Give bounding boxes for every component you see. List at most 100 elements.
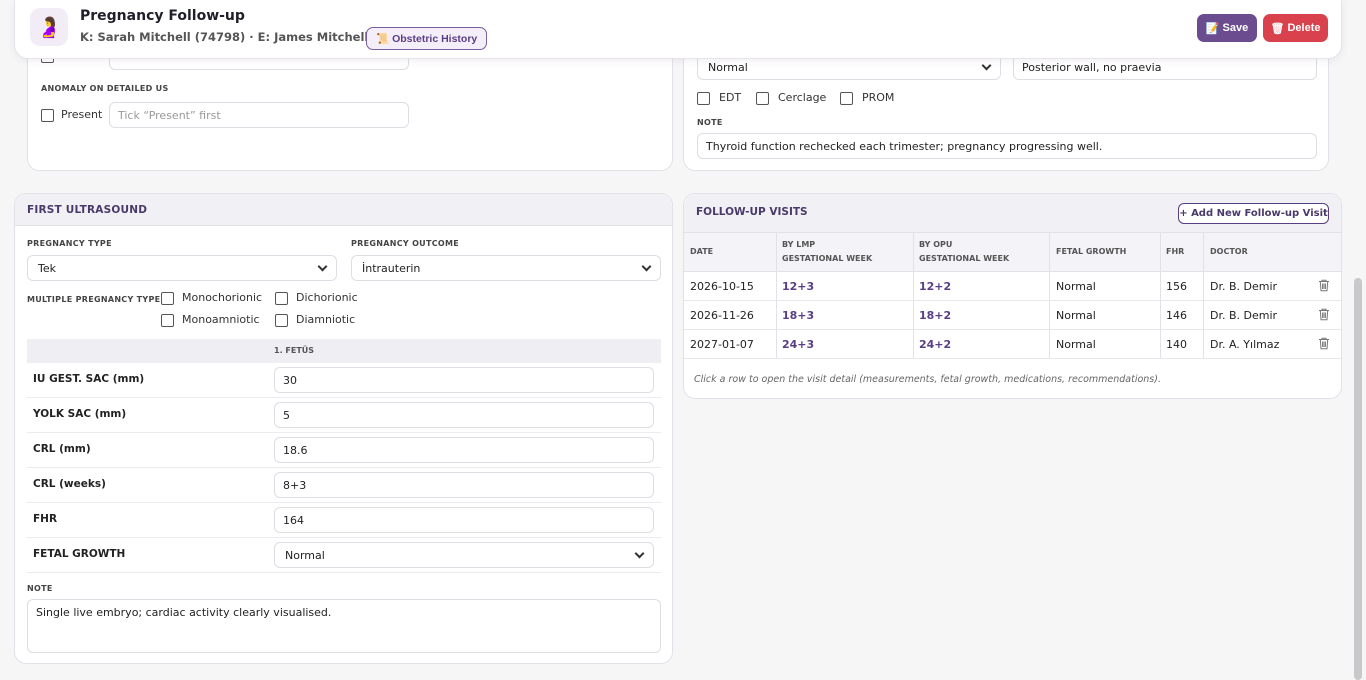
trash-icon[interactable] bbox=[1318, 308, 1330, 321]
delete-button[interactable]: 🗑 Delete bbox=[1263, 14, 1328, 42]
trash-icon[interactable] bbox=[1318, 337, 1330, 350]
visit-opu-week: 12+2 bbox=[919, 280, 952, 293]
col-opu: BY OPU bbox=[919, 240, 953, 249]
row-label: IU GEST. SAC (mm) bbox=[33, 373, 145, 385]
page-title: Pregnancy Follow-up bbox=[80, 8, 245, 24]
chevron-down-icon bbox=[981, 60, 992, 70]
col-lmp: BY LMP bbox=[782, 240, 816, 249]
table-row: IU GEST. SAC (mm) 30 bbox=[27, 363, 661, 398]
cerclage-checkbox[interactable] bbox=[756, 92, 769, 105]
note-label: NOTE bbox=[697, 118, 723, 127]
row-label: FHR bbox=[33, 513, 58, 525]
prom-label: PROM bbox=[862, 91, 895, 104]
edt-checkbox[interactable] bbox=[697, 92, 710, 105]
table-row: FETAL GROWTH Normal bbox=[27, 538, 661, 573]
chevron-down-icon bbox=[641, 261, 652, 271]
row-label: CRL (mm) bbox=[33, 443, 91, 455]
note-textarea[interactable]: Single live embryo; cardiac activity cle… bbox=[27, 599, 661, 653]
obstetric-history-button[interactable]: 📜 Obstetric History bbox=[366, 27, 488, 50]
visit-doctor: Dr. B. Demir bbox=[1210, 280, 1278, 293]
visit-fhr: 140 bbox=[1166, 338, 1187, 351]
col-date: DATE bbox=[690, 247, 714, 256]
col-lmp-week: GESTATIONAL WEEK bbox=[782, 254, 873, 263]
visit-growth: Normal bbox=[1056, 309, 1096, 322]
first-ultrasound-title: FIRST ULTRASOUND bbox=[15, 194, 672, 226]
anomaly-label: ANOMALY ON DETAILED US bbox=[41, 84, 169, 93]
fetal-growth-select[interactable]: Normal bbox=[274, 542, 654, 568]
visit-lmp-week: 18+3 bbox=[782, 309, 815, 322]
page-header: 🤰 Pregnancy Follow-up K: Sarah Mitchell … bbox=[14, 0, 1342, 59]
visit-growth: Normal bbox=[1056, 338, 1096, 351]
note-input[interactable]: Thyroid function rechecked each trimeste… bbox=[697, 133, 1317, 159]
pregnancy-type-label: PREGNANCY TYPE bbox=[27, 239, 112, 248]
row-label: FETAL GROWTH bbox=[33, 548, 126, 560]
dichorionic-checkbox[interactable] bbox=[275, 292, 288, 305]
table-row: CRL (mm) 18.6 bbox=[27, 433, 661, 468]
table-row[interactable]: 2026-11-26 18+3 18+2 Normal 146 Dr. B. D… bbox=[684, 301, 1341, 330]
visits-hint: Click a row to open the visit detail (me… bbox=[694, 374, 1161, 385]
cerclage-label: Cerclage bbox=[778, 91, 827, 104]
visit-lmp-week: 12+3 bbox=[782, 280, 815, 293]
visit-opu-week: 24+2 bbox=[919, 338, 952, 351]
visit-growth: Normal bbox=[1056, 280, 1096, 293]
visit-date: 2027-01-07 bbox=[690, 338, 754, 351]
edt-label: EDT bbox=[719, 91, 742, 104]
note-label: NOTE bbox=[27, 584, 53, 593]
visit-opu-week: 18+2 bbox=[919, 309, 952, 322]
fetus-table-header: 1. FETÜS bbox=[27, 339, 661, 363]
col-doctor: DOCTOR bbox=[1210, 247, 1248, 256]
chevron-down-icon bbox=[317, 261, 328, 271]
anomaly-present-label: Present bbox=[61, 108, 103, 121]
anomaly-input[interactable]: Tick “Present” first bbox=[109, 102, 409, 128]
monoamniotic-label: Monoamniotic bbox=[182, 313, 260, 326]
save-button[interactable]: 📝 Save bbox=[1197, 14, 1257, 42]
visit-date: 2026-10-15 bbox=[690, 280, 754, 293]
monochorionic-checkbox[interactable] bbox=[161, 292, 174, 305]
col-opu-week: GESTATIONAL WEEK bbox=[919, 254, 1010, 263]
chevron-down-icon bbox=[634, 548, 645, 558]
add-visit-button[interactable]: + Add New Follow-up Visit bbox=[1178, 203, 1329, 224]
row-label: CRL (weeks) bbox=[33, 478, 106, 490]
first-ultrasound-card: FIRST ULTRASOUND PREGNANCY TYPE Tek PREG… bbox=[14, 193, 673, 664]
pregnancy-outcome-select[interactable]: İntrauterin bbox=[351, 255, 661, 281]
diamniotic-checkbox[interactable] bbox=[275, 314, 288, 327]
dichorionic-label: Dichorionic bbox=[296, 291, 358, 304]
fhr-input[interactable]: 164 bbox=[274, 507, 654, 533]
row-label: YOLK SAC (mm) bbox=[33, 408, 127, 420]
pregnancy-outcome-label: PREGNANCY OUTCOME bbox=[351, 239, 460, 248]
visit-fhr: 146 bbox=[1166, 309, 1187, 322]
fetus-column-label: 1. FETÜS bbox=[274, 346, 315, 355]
visit-doctor: Dr. A. Yılmaz bbox=[1210, 338, 1280, 351]
multiple-pregnancy-label: MULTIPLE PREGNANCY TYPE bbox=[27, 295, 161, 304]
crl-weeks-input[interactable]: 8+3 bbox=[274, 472, 654, 498]
scroll-icon: 📜 bbox=[376, 33, 390, 45]
pregnancy-type-select[interactable]: Tek bbox=[27, 255, 337, 281]
memo-icon: 📝 bbox=[1205, 22, 1220, 35]
page-scrollbar[interactable] bbox=[1354, 278, 1362, 680]
gest-sac-input[interactable]: 30 bbox=[274, 367, 654, 393]
col-growth: FETAL GROWTH bbox=[1056, 247, 1127, 256]
monochorionic-label: Monochorionic bbox=[182, 291, 263, 304]
diamniotic-label: Diamniotic bbox=[296, 313, 356, 326]
col-fhr: FHR bbox=[1166, 247, 1185, 256]
yolk-sac-input[interactable]: 5 bbox=[274, 402, 654, 428]
table-row[interactable]: 2026-10-15 12+3 12+2 Normal 156 Dr. B. D… bbox=[684, 272, 1341, 301]
table-row: FHR 164 bbox=[27, 503, 661, 538]
visits-table-header: DATE BY LMP GESTATIONAL WEEK BY OPU GEST… bbox=[684, 232, 1341, 272]
pregnant-woman-icon: 🤰 bbox=[30, 8, 68, 46]
visits-title: FOLLOW-UP VISITS bbox=[696, 206, 808, 218]
trash-icon: 🗑 bbox=[1270, 22, 1285, 35]
crl-mm-input[interactable]: 18.6 bbox=[274, 437, 654, 463]
follow-up-visits-card: FOLLOW-UP VISITS + Add New Follow-up Vis… bbox=[683, 193, 1342, 399]
table-row: CRL (weeks) 8+3 bbox=[27, 468, 661, 503]
visit-fhr: 156 bbox=[1166, 280, 1187, 293]
trash-icon[interactable] bbox=[1318, 279, 1330, 292]
visit-doctor: Dr. B. Demir bbox=[1210, 309, 1278, 322]
monoamniotic-checkbox[interactable] bbox=[161, 314, 174, 327]
visit-lmp-week: 24+3 bbox=[782, 338, 815, 351]
prom-checkbox[interactable] bbox=[840, 92, 853, 105]
visit-date: 2026-11-26 bbox=[690, 309, 754, 322]
table-row: YOLK SAC (mm) 5 bbox=[27, 398, 661, 433]
table-row[interactable]: 2027-01-07 24+3 24+2 Normal 140 Dr. A. Y… bbox=[684, 330, 1341, 359]
anomaly-present-checkbox[interactable] bbox=[41, 109, 54, 122]
